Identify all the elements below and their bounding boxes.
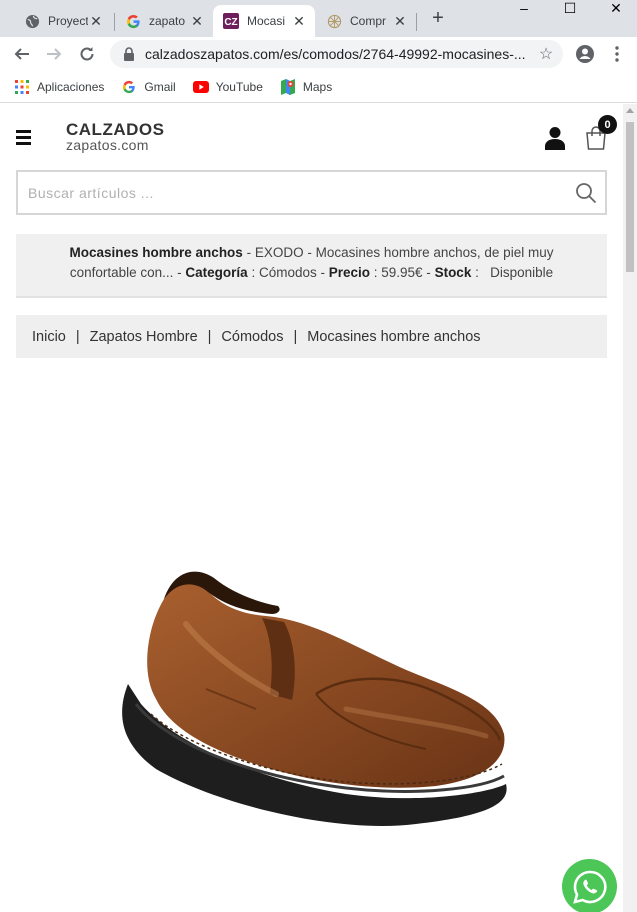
search-icon[interactable]	[575, 182, 597, 204]
category-label: Categoría	[185, 265, 248, 280]
lock-icon	[124, 47, 134, 61]
profile-button[interactable]	[573, 42, 597, 66]
site-logo[interactable]: CALZADOS zapatos.com	[66, 120, 165, 153]
forward-button[interactable]	[42, 42, 66, 66]
breadcrumb-item-zapatos-hombre[interactable]: Zapatos Hombre	[90, 329, 198, 345]
user-account-icon[interactable]	[545, 126, 565, 150]
scrollbar-thumb[interactable]	[626, 122, 634, 272]
product-summary: Mocasines hombre anchos - EXODO - Mocasi…	[16, 234, 607, 298]
brown-loafer-shoe-image	[122, 571, 507, 826]
arrow-right-icon	[47, 48, 62, 60]
arrow-left-icon	[14, 48, 29, 60]
back-button[interactable]	[10, 42, 34, 66]
breadcrumb: Inicio | Zapatos Hombre | Cómodos | Moca…	[16, 315, 607, 358]
kebab-menu-icon	[615, 46, 619, 62]
browser-tab-2[interactable]: zapato ✕	[115, 5, 213, 37]
apps-grid-icon	[14, 79, 30, 95]
product-name: Mocasines hombre anchos	[69, 245, 243, 260]
tab-title: Proyect	[48, 14, 88, 28]
whatsapp-icon	[572, 870, 607, 904]
tab-title: Mocasi	[247, 14, 286, 28]
browser-tabstrip: Proyect ✕ zapato ✕ CZ Mocasi ✕ Compr ✕ +…	[0, 0, 637, 37]
maps-icon	[280, 78, 296, 95]
bookmark-maps[interactable]: Maps	[280, 78, 333, 95]
tab-title: Compr	[350, 14, 387, 28]
cz-favicon-icon: CZ	[223, 13, 239, 29]
account-circle-icon	[576, 45, 594, 63]
close-tab-icon[interactable]: ✕	[189, 13, 205, 30]
close-tab-icon[interactable]: ✕	[88, 13, 104, 30]
google-icon	[121, 79, 137, 95]
product-image[interactable]	[16, 374, 607, 912]
scroll-up-arrow-icon[interactable]	[626, 108, 634, 113]
logo-line-1: CALZADOS	[66, 120, 165, 139]
browser-tab-4[interactable]: Compr ✕	[316, 5, 416, 37]
wheel-icon	[326, 13, 342, 29]
bookmark-gmail[interactable]: Gmail	[121, 79, 176, 95]
new-tab-button[interactable]: +	[428, 7, 448, 30]
reload-button[interactable]	[75, 42, 99, 66]
minimize-button[interactable]: –	[501, 0, 547, 18]
breadcrumb-item-comodos[interactable]: Cómodos	[221, 329, 283, 345]
search-input[interactable]	[28, 182, 548, 204]
tab-divider	[416, 13, 417, 31]
stock-label: Stock	[434, 265, 472, 280]
bookmark-aplicaciones[interactable]: Aplicaciones	[14, 79, 104, 95]
price-label: Precio	[328, 265, 371, 280]
breadcrumb-separator: |	[75, 328, 80, 345]
category-value: : Cómodos -	[247, 265, 329, 280]
bookmark-label: Maps	[302, 79, 333, 94]
reload-icon	[80, 47, 94, 61]
svg-text:CZ: CZ	[224, 17, 237, 28]
bookmark-label: Gmail	[144, 79, 176, 94]
browser-tab-3-active[interactable]: CZ Mocasi ✕	[213, 5, 315, 37]
page-scrollbar[interactable]	[623, 104, 637, 912]
page-viewport: CALZADOS zapatos.com 0 Mocasines hombre …	[0, 104, 623, 912]
breadcrumb-separator: |	[293, 328, 298, 345]
browser-tab-1[interactable]: Proyect ✕	[14, 5, 112, 37]
url-text: calzadoszapatos.com/es/comodos/2764-4999…	[145, 46, 526, 62]
bookmarks-bar: Aplicaciones Gmail YouTube Maps	[0, 71, 637, 103]
price-value: : 59.95€ -	[370, 265, 435, 280]
close-window-button[interactable]: ✕	[593, 0, 637, 18]
cart-count-badge: 0	[598, 115, 617, 134]
breadcrumb-item-inicio[interactable]: Inicio	[32, 329, 66, 345]
logo-line-2: zapatos.com	[66, 137, 149, 153]
globe-icon	[24, 13, 40, 29]
close-tab-icon[interactable]: ✕	[392, 13, 408, 30]
google-icon	[125, 13, 141, 29]
browser-toolbar: calzadoszapatos.com/es/comodos/2764-4999…	[0, 37, 637, 71]
tab-title: zapato	[149, 14, 186, 28]
product-search	[16, 170, 607, 215]
stock-value: : Disponible	[471, 265, 554, 280]
close-tab-icon[interactable]: ✕	[291, 13, 307, 30]
address-bar[interactable]: calzadoszapatos.com/es/comodos/2764-4999…	[110, 40, 563, 68]
breadcrumb-separator: |	[207, 328, 212, 345]
bookmark-label: Aplicaciones	[37, 79, 105, 94]
bookmark-label: YouTube	[215, 79, 263, 94]
whatsapp-chat-button[interactable]	[562, 859, 617, 912]
maximize-button[interactable]: ☐	[547, 0, 593, 18]
hamburger-menu-icon[interactable]	[16, 130, 31, 148]
bookmark-youtube[interactable]: YouTube	[192, 79, 263, 95]
bookmark-star-icon[interactable]: ☆	[535, 44, 557, 64]
youtube-icon	[192, 79, 209, 95]
browser-menu-button[interactable]	[605, 42, 629, 66]
breadcrumb-item-current: Mocasines hombre anchos	[307, 328, 481, 345]
